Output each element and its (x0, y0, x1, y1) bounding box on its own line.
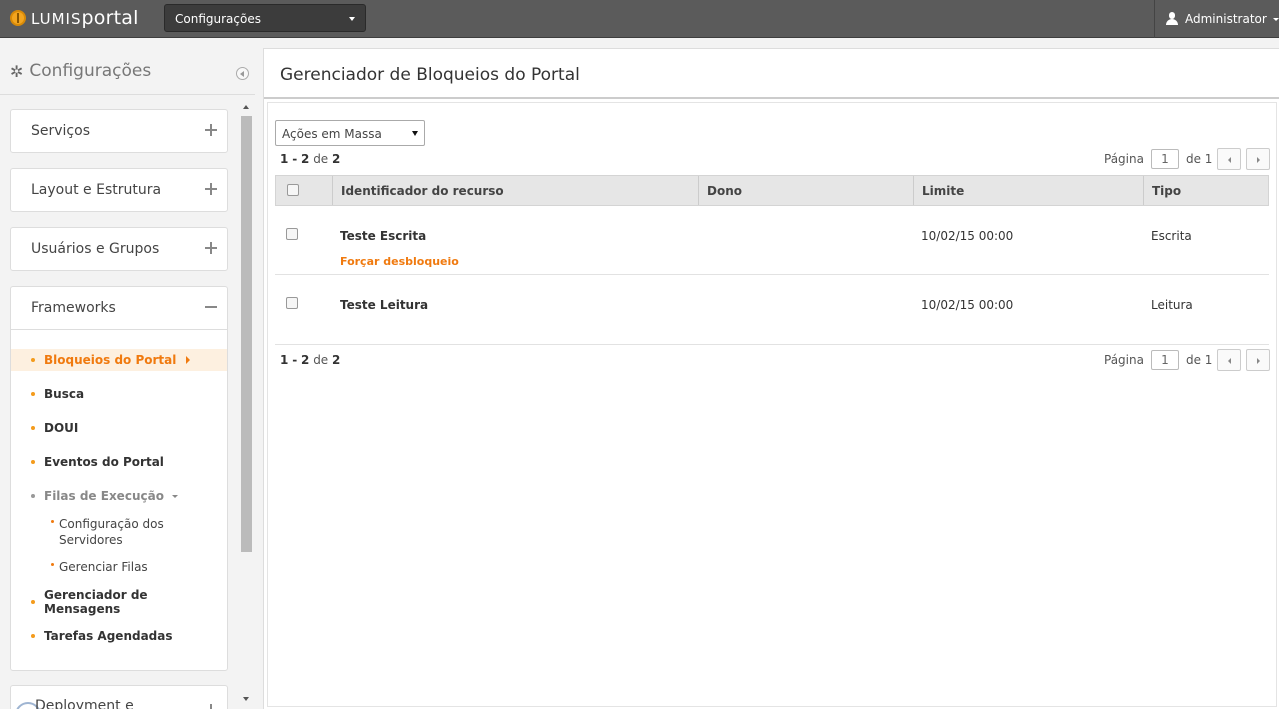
col-tipo[interactable]: Tipo (1144, 176, 1268, 205)
resource-type: Escrita (1151, 229, 1192, 243)
bullet-icon (31, 392, 35, 396)
bullet-icon (51, 520, 54, 523)
col-dono[interactable]: Dono (699, 176, 914, 205)
panel-label: Frameworks (31, 300, 116, 316)
scroll-down-icon[interactable] (243, 697, 249, 701)
next-page-button[interactable] (1246, 349, 1271, 371)
bullet-icon (31, 494, 35, 498)
nav-item-busca[interactable]: Busca (11, 383, 227, 405)
select-all-cell (276, 176, 333, 205)
divider (0, 94, 255, 95)
panel-label: Serviços (31, 123, 90, 139)
divider (264, 97, 1279, 99)
resource-limit: 10/02/15 00:00 (921, 298, 1014, 312)
panel-frameworks: Frameworks Bloqueios do Portal Busca DOU… (10, 286, 228, 671)
resource-type: Leitura (1151, 298, 1193, 312)
collapse-sidebar-button[interactable] (236, 67, 249, 80)
page-input[interactable]: 1 (1150, 149, 1179, 169)
sub-item-gerenciar-filas[interactable]: Gerenciar Filas (11, 559, 227, 575)
scroll-up-icon[interactable] (243, 105, 249, 109)
expand-icon (205, 124, 217, 136)
prev-page-button[interactable] (1217, 148, 1242, 170)
panel-label: Usuários e Grupos (31, 241, 160, 257)
user-icon (1165, 12, 1179, 26)
chevron-right-icon (186, 356, 191, 364)
sub-item-configuracao-servidores[interactable]: Configuração dos Servidores (11, 516, 227, 548)
bullet-icon (31, 600, 35, 604)
nav-item-gerenciador-de-mensagens[interactable]: Gerenciador de Mensagens (11, 588, 227, 616)
pagination-bottom: Página 1 de 1 (1104, 349, 1271, 371)
prev-page-button[interactable] (1217, 349, 1242, 371)
col-limite[interactable]: Limite (914, 176, 1144, 205)
expand-icon (205, 242, 217, 254)
main-panel: Gerenciador de Bloqueios do Portal Ações… (263, 48, 1279, 709)
logo-text: LUMISportal (31, 7, 139, 29)
bullet-icon (51, 563, 54, 566)
user-name: Administrator (1185, 12, 1267, 26)
resource-limit: 10/02/15 00:00 (921, 229, 1014, 243)
nav-item-filas-de-execucao[interactable]: Filas de Execução (11, 485, 227, 507)
chevron-down-icon (171, 494, 178, 498)
chevron-down-icon (412, 131, 418, 136)
collapse-icon (205, 301, 217, 313)
panel-label: Deployment e (35, 698, 134, 709)
bullet-icon (31, 460, 35, 464)
table-row: Teste Escrita Forçar desbloqueio 10/02/1… (275, 206, 1269, 275)
table-header: Identificador do recurso Dono Limite Tip… (275, 175, 1269, 206)
result-count-top: 1 - 2 de 2 (280, 152, 341, 166)
panel-usuarios-grupos[interactable]: Usuários e Grupos (10, 227, 228, 271)
scrollbar-thumb[interactable] (241, 116, 252, 552)
nav-item-eventos-do-portal[interactable]: Eventos do Portal (11, 451, 227, 473)
bullet-icon (31, 358, 35, 362)
sidebar-scrollbar[interactable] (240, 101, 253, 709)
row-checkbox[interactable] (286, 297, 298, 309)
bullet-icon (31, 634, 35, 638)
logo-icon (10, 10, 26, 26)
select-all-checkbox[interactable] (287, 184, 299, 196)
panel-deployment[interactable]: Deployment e (10, 685, 228, 709)
nav-item-doui[interactable]: DOUI (11, 417, 227, 439)
chevron-down-icon (1272, 17, 1279, 21)
mass-actions-select[interactable]: Ações em Massa (275, 120, 425, 146)
bullet-icon (31, 426, 35, 430)
table-row: Teste Leitura 10/02/15 00:00 Leitura (275, 276, 1269, 345)
expand-icon (205, 183, 217, 195)
nav-item-tarefas-agendadas[interactable]: Tarefas Agendadas (11, 625, 227, 647)
page-input[interactable]: 1 (1150, 350, 1179, 370)
user-menu[interactable]: Administrator (1154, 0, 1279, 38)
next-page-button[interactable] (1246, 148, 1271, 170)
frameworks-header[interactable]: Frameworks (11, 287, 227, 330)
sidebar: ✲ Configurações Serviços Layout e Estrut… (0, 39, 255, 709)
nav-item-bloqueios-do-portal[interactable]: Bloqueios do Portal (11, 349, 227, 371)
col-identificador[interactable]: Identificador do recurso (333, 176, 699, 205)
result-count-bottom: 1 - 2 de 2 (280, 353, 341, 367)
panel-layout-estrutura[interactable]: Layout e Estrutura (10, 168, 228, 212)
panel-servicos[interactable]: Serviços (10, 109, 228, 153)
sidebar-title: ✲ Configurações (10, 61, 152, 81)
top-bar: LUMISportal Configurações Administrator (0, 0, 1279, 38)
expand-icon (205, 704, 217, 709)
force-unlock-link[interactable]: Forçar desbloqueio (340, 255, 459, 268)
row-checkbox[interactable] (286, 228, 298, 240)
page-title: Gerenciador de Bloqueios do Portal (280, 65, 580, 85)
lumisportal-logo[interactable]: LUMISportal (10, 7, 139, 29)
pagination-top: Página 1 de 1 (1104, 148, 1271, 170)
context-select[interactable]: Configurações (164, 4, 366, 32)
panel-label: Layout e Estrutura (31, 182, 162, 198)
context-select-value: Configurações (175, 12, 261, 26)
resource-name: Teste Escrita (340, 229, 427, 243)
chevron-down-icon (349, 17, 355, 21)
resource-name: Teste Leitura (340, 298, 429, 312)
gear-icon: ✲ (10, 61, 24, 81)
